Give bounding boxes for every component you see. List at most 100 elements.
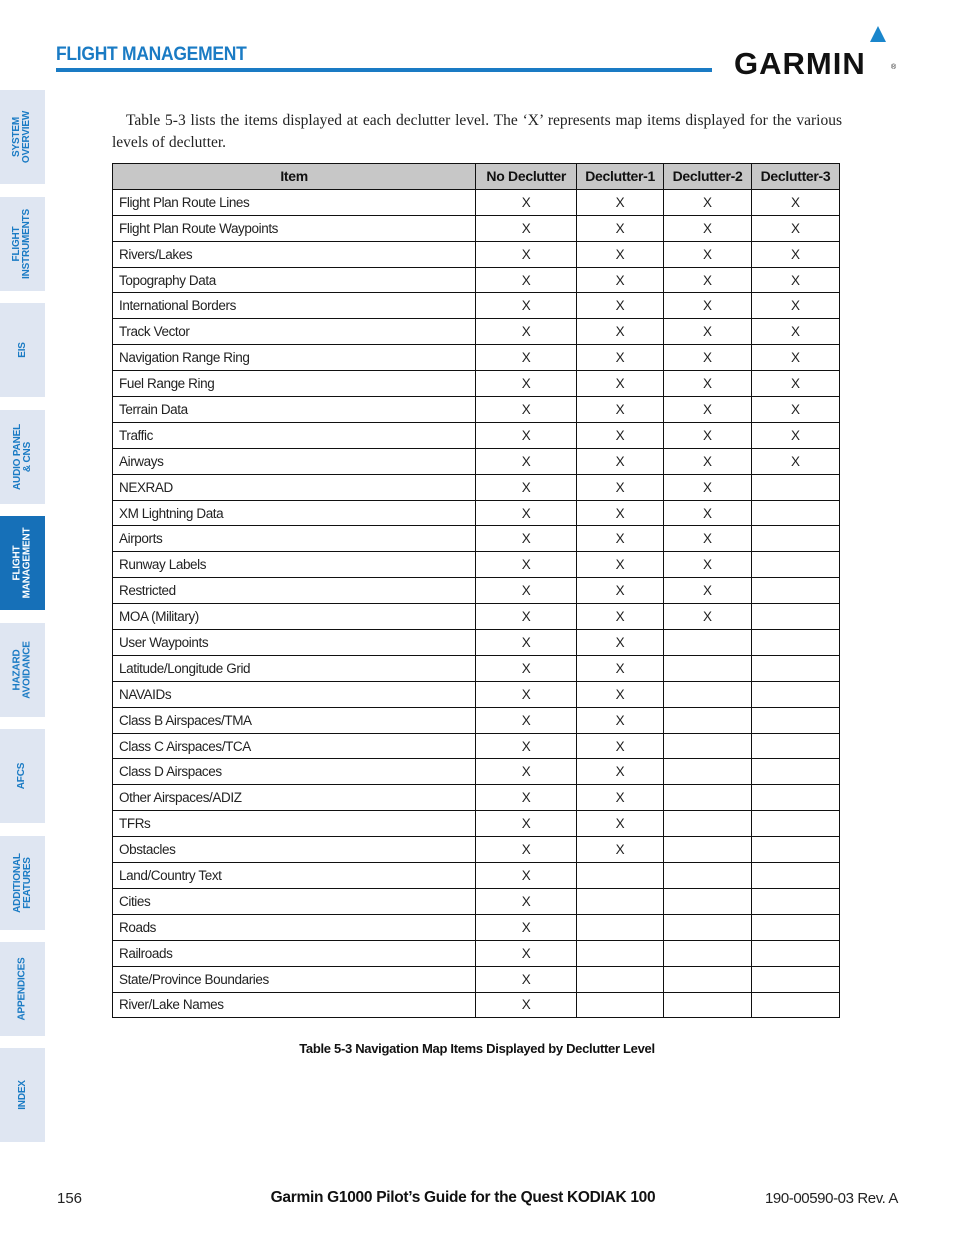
cell-declutter-1 xyxy=(576,939,665,967)
cell-item-name: Flight Plan Route Lines xyxy=(111,188,477,216)
cell-no-declutter: X xyxy=(475,188,578,216)
cell-no-declutter: X xyxy=(475,421,578,449)
cell-no-declutter: X xyxy=(475,784,578,812)
cell-declutter-2: X xyxy=(663,318,753,346)
cell-item-name: Airports xyxy=(111,525,477,553)
cell-declutter-3: X xyxy=(751,266,840,294)
cell-item-name: Topography Data xyxy=(111,266,477,294)
cell-no-declutter: X xyxy=(475,551,578,579)
table-row: Track Vector X X X X xyxy=(111,318,840,346)
cell-item-name: Land/Country Text xyxy=(111,862,477,889)
tab-index[interactable]: INDEX xyxy=(0,1048,45,1142)
registered-mark: ® xyxy=(891,64,897,71)
cell-declutter-1: X xyxy=(576,836,665,864)
tab-label: SYSTEM OVERVIEW xyxy=(11,110,33,164)
cell-declutter-1: X xyxy=(576,214,665,242)
cell-item-name: Roads xyxy=(111,913,477,941)
cell-no-declutter: X xyxy=(475,499,578,527)
cell-declutter-1: X xyxy=(576,706,665,734)
table-row: Class B Airspaces/TMA X X xyxy=(111,706,840,734)
tab-flight-management[interactable]: FLIGHT MANAGEMENT xyxy=(0,516,45,610)
cell-declutter-2 xyxy=(663,887,753,915)
tab-additional-features[interactable]: ADDITIONAL FEATURES xyxy=(0,836,45,930)
cell-declutter-1: X xyxy=(576,577,665,605)
tab-system-overview[interactable]: SYSTEM OVERVIEW xyxy=(0,90,45,184)
garmin-logo-text: GARMIN xyxy=(734,46,866,81)
cell-declutter-3 xyxy=(751,577,840,605)
cell-declutter-2 xyxy=(663,939,753,967)
table-row: Traffic X X X X xyxy=(111,421,840,449)
cell-no-declutter: X xyxy=(475,318,578,346)
cell-no-declutter: X xyxy=(475,732,578,760)
table-row: MOA (Military) X X X xyxy=(111,603,840,631)
cell-declutter-1: X xyxy=(576,188,665,216)
cell-no-declutter: X xyxy=(475,758,578,786)
cell-no-declutter: X xyxy=(475,965,578,993)
table-row: International Borders X X X X xyxy=(111,292,840,320)
cell-declutter-3 xyxy=(751,499,840,527)
cell-declutter-2 xyxy=(663,836,753,864)
cell-declutter-2 xyxy=(663,965,753,993)
cell-item-name: NEXRAD xyxy=(111,473,477,501)
tab-label: FLIGHT MANAGEMENT xyxy=(11,527,33,599)
cell-declutter-1: X xyxy=(576,370,665,398)
tab-flight-instruments[interactable]: FLIGHT INSTRUMENTS xyxy=(0,197,45,291)
tab-label: HAZARD AVOIDANCE xyxy=(11,641,33,699)
tab-label: AFCS xyxy=(16,762,28,790)
header-rule xyxy=(56,68,712,72)
cell-declutter-1: X xyxy=(576,396,665,423)
cell-declutter-3 xyxy=(751,784,840,812)
cell-declutter-2 xyxy=(663,680,753,708)
tab-eis[interactable]: EIS xyxy=(0,303,45,397)
cell-declutter-3 xyxy=(751,603,840,631)
cell-declutter-1 xyxy=(576,862,665,889)
cell-no-declutter: X xyxy=(475,396,578,423)
cell-no-declutter: X xyxy=(475,447,578,475)
cell-no-declutter: X xyxy=(475,577,578,605)
cell-item-name: Runway Labels xyxy=(111,551,477,579)
cell-declutter-1: X xyxy=(576,525,665,553)
cell-declutter-2: X xyxy=(663,344,753,372)
tab-afcs[interactable]: AFCS xyxy=(0,729,45,823)
table-row: Class D Airspaces X X xyxy=(111,758,840,786)
header-no-declutter: No Declutter xyxy=(475,163,578,190)
tab-hazard-avoidance[interactable]: HAZARD AVOIDANCE xyxy=(0,623,45,717)
header-declutter-2: Declutter-2 xyxy=(663,163,753,190)
table-row: River/Lake Names X xyxy=(111,991,840,1019)
tab-label: FLIGHT INSTRUMENTS xyxy=(11,208,33,280)
cell-declutter-2 xyxy=(663,784,753,812)
cell-declutter-3 xyxy=(751,913,840,941)
cell-no-declutter: X xyxy=(475,706,578,734)
header-item: Item xyxy=(111,163,477,190)
header-declutter-1: Declutter-1 xyxy=(576,163,665,190)
cell-declutter-2 xyxy=(663,629,753,656)
cell-declutter-3 xyxy=(751,680,840,708)
cell-declutter-3 xyxy=(751,939,840,967)
table-row: Flight Plan Route Lines X X X X xyxy=(111,188,840,216)
table-row: Rivers/Lakes X X X X xyxy=(111,240,840,268)
cell-declutter-2: X xyxy=(663,551,753,579)
cell-declutter-1 xyxy=(576,965,665,993)
cell-item-name: Terrain Data xyxy=(111,396,477,423)
tab-label: AUDIO PANEL & CNS xyxy=(11,424,33,490)
tab-label: ADDITIONAL FEATURES xyxy=(11,853,33,913)
cell-declutter-3 xyxy=(751,732,840,760)
cell-declutter-1 xyxy=(576,991,665,1019)
table-row: Roads X xyxy=(111,913,840,941)
table-header-row: Item No Declutter Declutter-1 Declutter-… xyxy=(111,163,840,190)
document-number: 190-00590-03 Rev. A xyxy=(764,1190,898,1207)
table-row: Obstacles X X xyxy=(111,836,840,864)
cell-declutter-1: X xyxy=(576,292,665,320)
cell-declutter-1: X xyxy=(576,758,665,786)
table-row: Flight Plan Route Waypoints X X X X xyxy=(111,214,840,242)
cell-no-declutter: X xyxy=(475,810,578,838)
cell-declutter-1: X xyxy=(576,473,665,501)
cell-declutter-1: X xyxy=(576,499,665,527)
cell-item-name: MOA (Military) xyxy=(111,603,477,631)
cell-item-name: Other Airspaces/ADIZ xyxy=(111,784,477,812)
tab-audio-panel-cns[interactable]: AUDIO PANEL & CNS xyxy=(0,410,45,504)
cell-no-declutter: X xyxy=(475,370,578,398)
cell-declutter-3 xyxy=(751,810,840,838)
tab-appendices[interactable]: APPENDICES xyxy=(0,942,45,1036)
cell-no-declutter: X xyxy=(475,292,578,320)
